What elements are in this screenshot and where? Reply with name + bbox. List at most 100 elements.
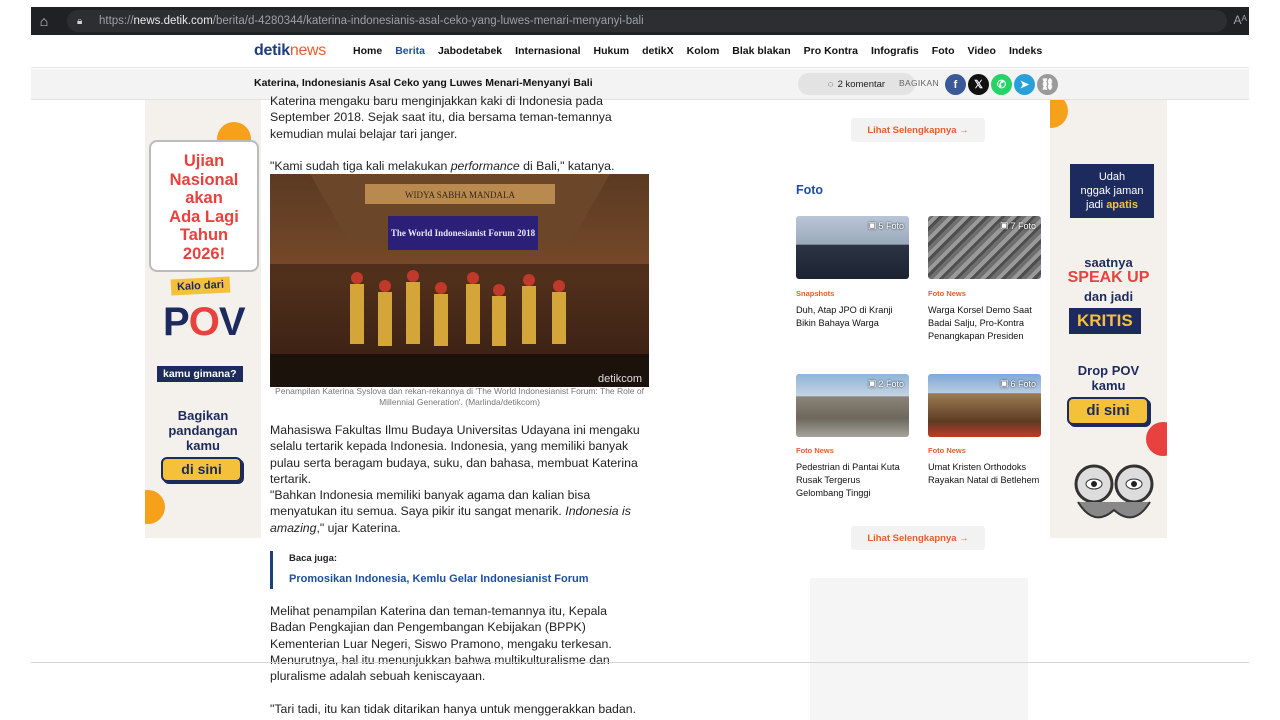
- sidebar-ad-placeholder: [810, 578, 1028, 720]
- address-bar[interactable]: 🔒︎ https://news.detik.com/berita/d-42803…: [67, 10, 1227, 32]
- logo-news: news: [289, 42, 327, 59]
- nav-item-detikx[interactable]: detikX: [642, 45, 674, 57]
- facebook-icon[interactable]: f: [945, 74, 966, 95]
- foto-thumb[interactable]: ▣ 6 Foto: [928, 374, 1041, 437]
- arrow-right-icon: →: [959, 532, 969, 544]
- sun-decoration: [145, 490, 165, 524]
- foto-title[interactable]: Umat Kristen Orthodoks Rayakan Natal di …: [928, 461, 1040, 487]
- baca-juga-label: Baca juga:: [289, 553, 338, 564]
- ad-text-line: jadi apatis: [1074, 198, 1150, 212]
- nav-item-pro-kontra[interactable]: Pro Kontra: [804, 45, 858, 57]
- logo-detik: detik: [254, 42, 290, 59]
- ad-headline-line: Ada Lagi: [169, 207, 239, 226]
- url-host: news.detik.com: [133, 15, 213, 27]
- photo-count-badge: ▣ 7 Foto: [1000, 220, 1036, 231]
- pov-p: P: [163, 300, 190, 344]
- nav-item-berita[interactable]: Berita: [395, 45, 425, 57]
- home-icon[interactable]: ⌂: [31, 7, 57, 35]
- foto-title[interactable]: Pedestrian di Pantai Kuta Rusak Tergerus…: [796, 461, 908, 500]
- foto-heading: Foto: [796, 183, 824, 197]
- baca-juga-box: Baca juga: Promosikan Indonesia, Kemlu G…: [270, 551, 642, 589]
- photo-banner-text: The World Indonesianist Forum 2018: [391, 228, 536, 238]
- text-emphasis: performance: [450, 159, 520, 173]
- text-run: di Bali," katanya.: [519, 159, 615, 173]
- foto-thumb[interactable]: ▣ 7 Foto: [928, 216, 1041, 279]
- baca-juga-link[interactable]: Promosikan Indonesia, Kemlu Gelar Indone…: [289, 573, 642, 585]
- lihat-selengkapnya-button[interactable]: Lihat Selengkapnya →: [851, 118, 985, 142]
- whatsapp-icon[interactable]: ✆: [991, 74, 1012, 95]
- nav-item-internasional[interactable]: Internasional: [515, 45, 580, 57]
- left-banner-ad[interactable]: Ujian Nasional akan Ada Lagi Tahun 2026!…: [145, 100, 261, 538]
- photo-count-badge: ▣ 6 Foto: [1000, 378, 1036, 389]
- reader-mode-icon[interactable]: Aᴬ: [1234, 13, 1247, 27]
- foto-category[interactable]: Foto News: [928, 446, 966, 455]
- ad-text-line: Udah: [1098, 171, 1126, 183]
- text-run: "Bahkan Indonesia memiliki banyak agama …: [270, 488, 591, 519]
- foto-thumb[interactable]: ▣ 2 Foto: [796, 374, 909, 437]
- nav-item-infografis[interactable]: Infografis: [871, 45, 919, 57]
- ad-text-line: Bagikan: [177, 408, 229, 423]
- nav-item-blak-blakan[interactable]: Blak blakan: [732, 45, 790, 57]
- comment-icon: ◌: [827, 78, 834, 90]
- sun-decoration: [1050, 100, 1068, 128]
- arrow-right-icon: →: [959, 124, 969, 136]
- ad-text-line: kamu: [1091, 378, 1126, 393]
- performance-photo-illustration: WIDYA SABHA MANDALA The World Indonesian…: [270, 174, 649, 387]
- photo-count: 6 Foto: [1010, 378, 1036, 389]
- nav-item-jabodetabek[interactable]: Jabodetabek: [438, 45, 502, 57]
- nav-item-home[interactable]: Home: [353, 45, 382, 57]
- link-icon[interactable]: ⛓: [1037, 74, 1058, 95]
- ad-dan-jadi: dan jadi: [1083, 289, 1134, 304]
- right-banner-ad[interactable]: Udah nggak jaman jadi apatis saatnya SPE…: [1050, 100, 1167, 538]
- ad-left-cta[interactable]: di sini: [161, 457, 242, 482]
- telegram-icon[interactable]: ➤: [1014, 74, 1035, 95]
- article-photo[interactable]: WIDYA SABHA MANDALA The World Indonesian…: [270, 174, 649, 387]
- foto-category[interactable]: Snapshots: [796, 289, 834, 298]
- detiknews-logo[interactable]: detiknews: [254, 42, 326, 60]
- text-run: "Kami sudah tiga kali melakukan: [270, 159, 451, 173]
- url-prefix: https://: [99, 15, 134, 27]
- ad-bagikan-text: Bagikan pandangan kamu: [145, 408, 261, 453]
- lock-icon[interactable]: 🔒︎: [77, 16, 91, 27]
- text-run: ," ujar Katerina.: [316, 520, 401, 535]
- ad-kritis: KRITIS: [1069, 308, 1141, 334]
- ad-right-cta[interactable]: di sini: [1067, 397, 1149, 425]
- article-paragraph: Katerina mengaku baru menginjakkan kaki …: [270, 94, 612, 141]
- nav-item-kolom[interactable]: Kolom: [687, 45, 720, 57]
- x-icon[interactable]: 𝕏: [968, 74, 989, 95]
- photo-count: 2 Foto: [878, 378, 904, 389]
- article-paragraph: "Bahkan Indonesia memiliki banyak agama …: [270, 487, 645, 536]
- ad-headline-line: Nasional: [169, 170, 239, 189]
- article-paragraph: "Tari tadi, itu kan tidak ditarikan hany…: [270, 702, 636, 716]
- ad-kamu-gimana: kamu gimana?: [157, 366, 243, 382]
- lihat-selengkapnya-button[interactable]: Lihat Selengkapnya →: [851, 526, 985, 550]
- nav-item-indeks[interactable]: Indeks: [1009, 45, 1042, 57]
- camera-icon: ▣: [999, 378, 1009, 388]
- komentar-button[interactable]: ◌ 2 komentar: [798, 73, 915, 95]
- bagikan-label: BAGIKAN: [899, 78, 939, 88]
- nav-item-video[interactable]: Video: [968, 45, 996, 57]
- camera-icon: ▣: [999, 220, 1009, 230]
- ad-udah-box: Udah nggak jaman jadi apatis: [1070, 164, 1154, 218]
- button-label: Lihat Selengkapnya: [867, 124, 957, 136]
- nav-item-hukum[interactable]: Hukum: [594, 45, 630, 57]
- ad-drop-pov: Drop POV kamu: [1050, 363, 1167, 393]
- ad-headline-line: Ujian: [183, 152, 225, 170]
- foto-category[interactable]: Foto News: [796, 446, 834, 455]
- photo-watermark: detikcom: [598, 373, 642, 385]
- main-menu: Home Berita Jabodetabek Internasional Hukum d…: [353, 45, 1055, 57]
- ad-headline-line: Tahun: [179, 226, 229, 244]
- foto-thumb[interactable]: ▣ 5 Foto: [796, 216, 909, 279]
- pov-o: O: [188, 300, 220, 344]
- camera-icon: ▣: [867, 220, 877, 230]
- foto-title[interactable]: Warga Korsel Demo Saat Badai Salju, Pro-…: [928, 304, 1040, 343]
- ad-text-line: pandangan: [168, 423, 238, 438]
- ad-speak-up: SPEAK UP: [1067, 269, 1150, 286]
- foto-category[interactable]: Foto News: [928, 289, 966, 298]
- pov-v: V: [218, 300, 246, 344]
- ad-text-line: Drop POV: [1077, 363, 1140, 378]
- nav-item-foto[interactable]: Foto: [932, 45, 955, 57]
- divider: [31, 662, 1249, 663]
- photo-count: 5 Foto: [878, 220, 904, 231]
- foto-title[interactable]: Duh, Atap JPO di Kranji Bikin Bahaya War…: [796, 304, 908, 330]
